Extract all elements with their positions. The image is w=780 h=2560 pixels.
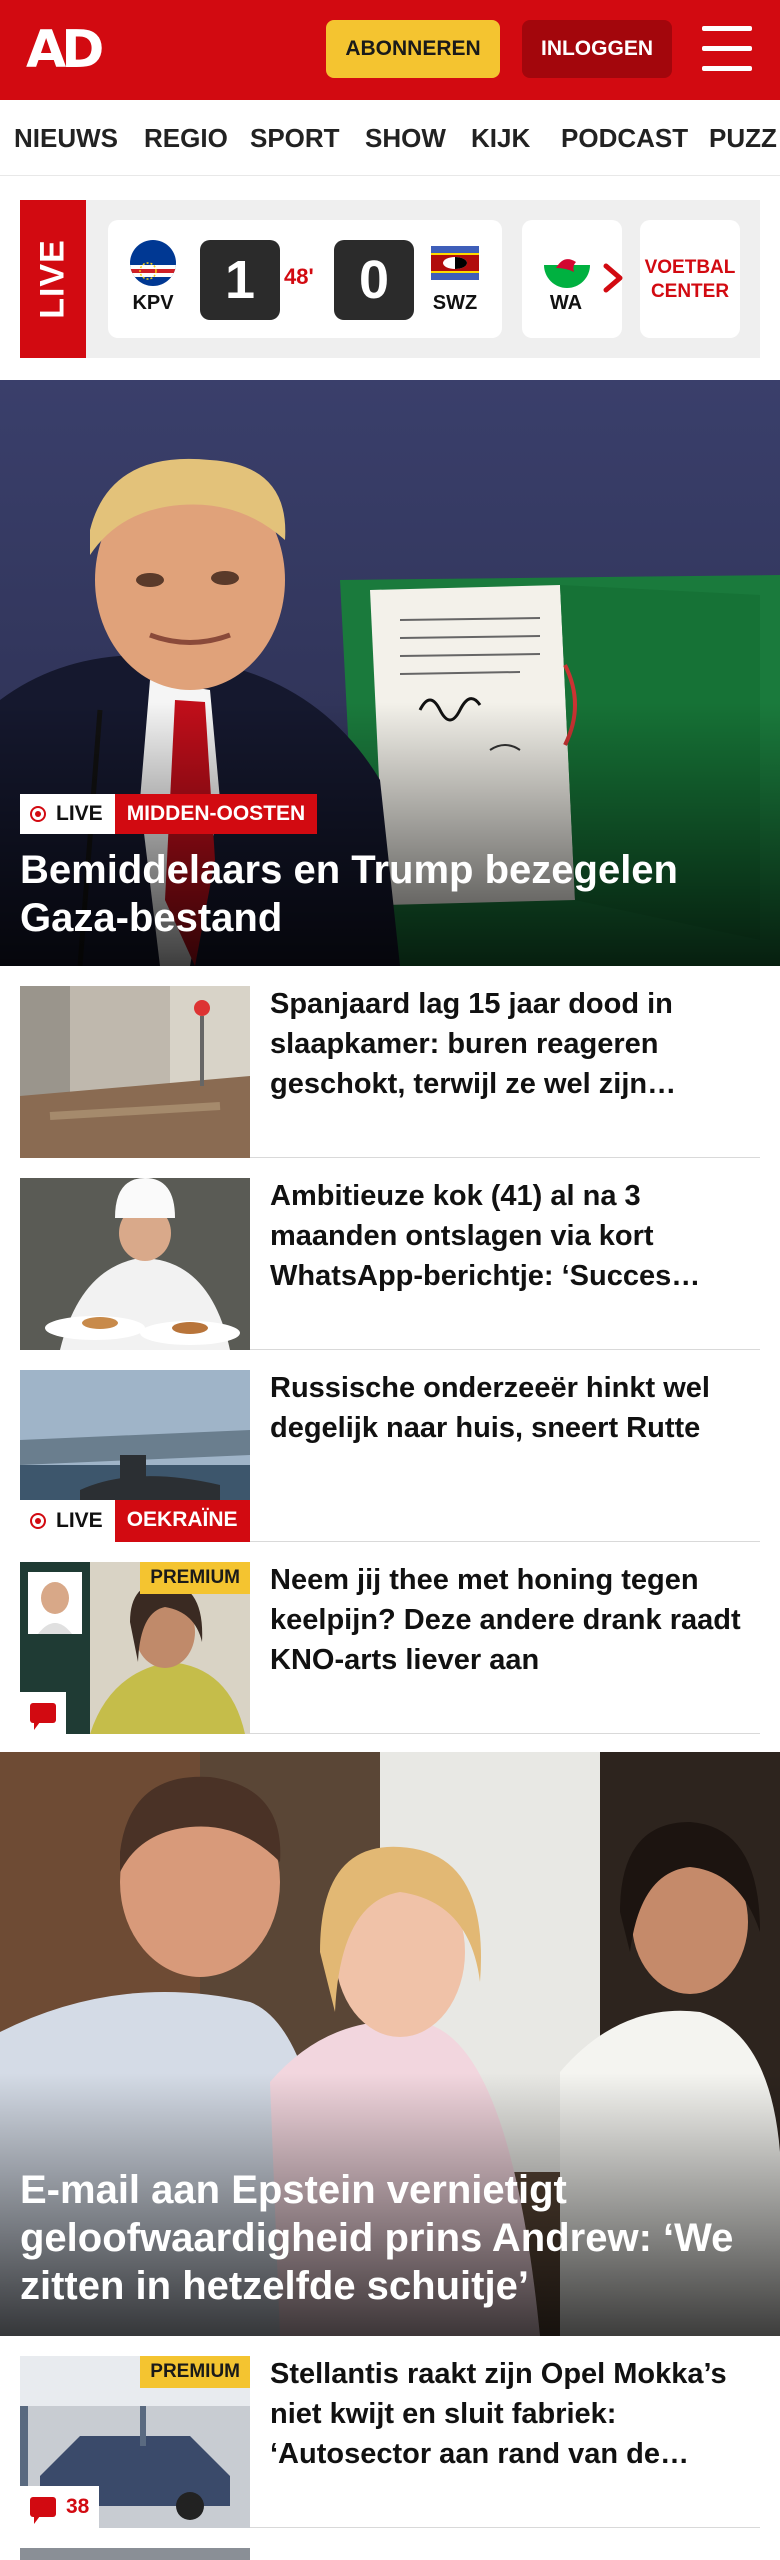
premium-badge: PREMIUM <box>140 1562 250 1594</box>
away-team-name: SWZ <box>432 292 478 314</box>
ad-logo[interactable]: AD <box>26 22 104 78</box>
nav-item-show[interactable]: SHOW <box>365 100 446 175</box>
hero-tags: LIVE MIDDEN-OOSTEN <box>20 794 318 834</box>
article-item[interactable]: PREMIUM 38 Stellantis raakt zijn Opel Mo… <box>20 2336 760 2528</box>
live-tab[interactable]: LIVE <box>20 200 86 358</box>
category-badge: OEKRAÏNE <box>114 1500 250 1542</box>
live-tab-label: LIVE <box>33 239 72 319</box>
article-tags: LIVE OEKRAÏNE <box>20 1500 250 1542</box>
live-badge: LIVE <box>20 1500 115 1542</box>
voetbal-center-link[interactable]: VOETBAL CENTER <box>640 220 740 338</box>
article-thumbnail <box>20 1178 250 1350</box>
live-badge-label: LIVE <box>56 802 103 825</box>
article-title[interactable]: Russische onderzeeër hinkt wel degelijk … <box>270 1368 760 1448</box>
comment-count[interactable]: 38 <box>20 2486 100 2528</box>
home-team-name: KPV <box>132 292 174 314</box>
chevron-right-icon[interactable] <box>594 258 634 298</box>
match-card[interactable]: KPV 1 48' 0 SWZ <box>108 220 502 338</box>
nav-item-puzzels[interactable]: PUZZ <box>709 100 777 175</box>
comment-icon <box>30 1703 56 1730</box>
login-button[interactable]: INLOGGEN <box>522 20 672 78</box>
live-scores-bar: LIVE KPV 1 48' 0 SWZ WA VOETBAL CENTER <box>20 200 760 358</box>
comment-count[interactable] <box>20 1692 66 1734</box>
live-dot-icon <box>30 806 46 822</box>
live-dot-icon <box>30 1513 46 1529</box>
live-badge: LIVE <box>20 794 115 834</box>
article-title[interactable]: Neem jij thee met honing tegen keelpijn?… <box>270 1560 760 1680</box>
site-header: AD ABONNEREN INLOGGEN <box>0 0 780 100</box>
comment-count-value: 38 <box>66 2495 90 2518</box>
next-team-name: WA <box>549 292 583 314</box>
article-item[interactable]: LIVE OEKRAÏNE Russische onderzeeër hinkt… <box>20 1350 760 1542</box>
article-item[interactable]: Ambitieuze kok (41) al na 3 maanden onts… <box>20 1158 760 1350</box>
comment-icon <box>30 2497 56 2524</box>
nav-item-sport[interactable]: SPORT <box>250 100 340 175</box>
article-thumbnail <box>20 986 250 1158</box>
category-badge: MIDDEN-OOSTEN <box>114 794 318 834</box>
swz-flag-icon <box>431 246 479 280</box>
subscribe-button[interactable]: ABONNEREN <box>326 20 500 78</box>
article-thumbnail: PREMIUM <box>20 1562 250 1734</box>
kpv-flag-icon <box>130 240 176 286</box>
section-nav: NIEUWS REGIO SPORT SHOW KIJK PODCAST PUZ… <box>0 100 780 176</box>
article-title[interactable]: Ambitieuze kok (41) al na 3 maanden onts… <box>270 1176 760 1296</box>
nav-item-kijk[interactable]: KIJK <box>471 100 530 175</box>
match-minute: 48' <box>284 264 314 289</box>
article-item[interactable]: Spanjaard lag 15 jaar dood in slaapkamer… <box>20 966 760 1158</box>
hero-title[interactable]: Bemiddelaars en Trump bezegelen Gaza-bes… <box>20 846 760 942</box>
away-score: 0 <box>334 240 414 320</box>
nav-item-podcast[interactable]: PODCAST <box>561 100 688 175</box>
next-article-peek <box>20 2548 250 2560</box>
article-item[interactable]: PREMIUM Neem jij thee met honing tegen k… <box>20 1542 760 1734</box>
nav-item-nieuws[interactable]: NIEUWS <box>14 100 118 175</box>
home-score: 1 <box>200 240 280 320</box>
article-title[interactable]: Spanjaard lag 15 jaar dood in slaapkamer… <box>270 984 760 1104</box>
live-badge-label: LIVE <box>56 1509 103 1532</box>
article-thumbnail: PREMIUM 38 <box>20 2356 250 2528</box>
wales-flag-icon <box>544 242 590 288</box>
hero-article[interactable]: LIVE MIDDEN-OOSTEN Bemiddelaars en Trump… <box>0 380 780 966</box>
hamburger-menu-icon[interactable] <box>702 26 752 72</box>
article-title[interactable]: Stellantis raakt zijn Opel Mokka’s niet … <box>270 2354 760 2474</box>
hero-article-2[interactable]: E-mail aan Epstein vernietigt geloofwaar… <box>0 1752 780 2336</box>
premium-badge: PREMIUM <box>140 2356 250 2388</box>
nav-item-regio[interactable]: REGIO <box>144 100 228 175</box>
hero2-title[interactable]: E-mail aan Epstein vernietigt geloofwaar… <box>20 2166 760 2310</box>
